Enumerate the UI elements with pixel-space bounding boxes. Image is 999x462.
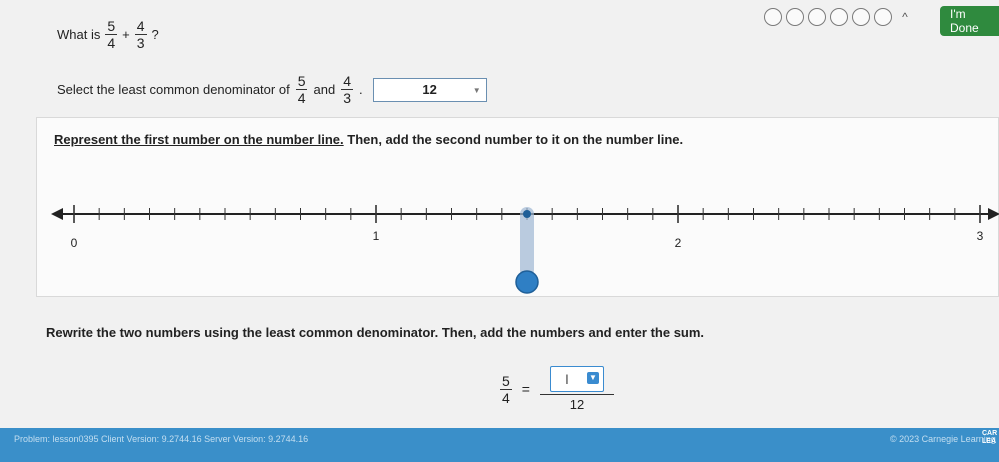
- fraction-denominator: 3: [343, 90, 351, 106]
- fraction-numerator: 4: [343, 73, 351, 89]
- chevron-down-icon: ▼: [472, 85, 481, 95]
- fraction-four-thirds: 4 3: [341, 74, 353, 105]
- fraction-five-fourths: 5 4: [105, 18, 118, 51]
- number-line[interactable]: 0 1 2 3: [37, 118, 999, 298]
- im-done-button[interactable]: I'm Done: [940, 6, 999, 36]
- lcd-selected-value: 12: [422, 82, 437, 97]
- fraction-numerator: 5: [297, 73, 306, 89]
- fraction-numerator: 5: [502, 372, 510, 389]
- lcd-prompt: Select the least common denominator of 5…: [57, 74, 487, 105]
- collapse-caret-icon[interactable]: ^: [896, 8, 914, 26]
- progress-step-5: [852, 8, 870, 26]
- number-line-panel: Represent the first number on the number…: [36, 117, 999, 297]
- progress-step-2: [786, 8, 804, 26]
- question-mark: ?: [151, 27, 159, 42]
- marker-drag-handle[interactable]: [515, 270, 539, 294]
- fraction-denominator: 4: [502, 389, 510, 406]
- progress-step-4: [830, 8, 848, 26]
- left-arrow-icon: [51, 208, 63, 220]
- step-progress: ^: [764, 8, 914, 26]
- sum-fraction: I ▼ 12: [539, 366, 614, 412]
- plus-sign: +: [122, 27, 130, 42]
- fraction-four-thirds: 4 3: [134, 18, 147, 51]
- fraction-numerator: 5: [107, 18, 116, 34]
- fraction-numerator: 4: [136, 18, 145, 34]
- period: .: [358, 82, 363, 97]
- progress-step-3: [808, 8, 826, 26]
- sum-equation: 5 4 = I ▼ 12: [500, 366, 614, 412]
- tick-label: 0: [71, 236, 78, 250]
- progress-step-6: [874, 8, 892, 26]
- footer-bar: Problem: lesson0395 Client Version: 9.27…: [0, 428, 999, 462]
- version-info: Problem: lesson0395 Client Version: 9.27…: [14, 434, 309, 444]
- equals-sign: =: [521, 381, 530, 397]
- and-word: and: [313, 82, 336, 97]
- tick-label: 3: [977, 229, 984, 243]
- header: What is 5 4 + 4 3 ? ^ I'm Done: [0, 0, 999, 52]
- carnegie-logo: CAR LEA: [982, 430, 998, 445]
- lcd-dropdown[interactable]: 12 ▼: [372, 77, 487, 102]
- fraction-five-fourths: 5 4: [500, 374, 512, 405]
- fraction-denominator: 4: [297, 90, 306, 106]
- copyright: © 2023 Carnegie Learning: [890, 434, 996, 444]
- tick-label: 2: [675, 236, 682, 250]
- tick-label: 1: [373, 229, 380, 243]
- progress-step-1: [764, 8, 782, 26]
- fraction-denominator: 3: [136, 35, 145, 51]
- dropdown-toggle-icon[interactable]: ▼: [586, 372, 599, 384]
- fraction-denominator: 4: [107, 35, 116, 51]
- right-arrow-icon: [988, 208, 999, 220]
- marker-point: [523, 210, 531, 218]
- question-prompt: What is 5 4 + 4 3 ?: [57, 19, 159, 50]
- sum-numerator-input[interactable]: I ▼: [549, 366, 604, 392]
- lcd-prefix: Select the least common denominator of: [57, 82, 290, 97]
- rewrite-instruction: Rewrite the two numbers using the least …: [46, 325, 705, 340]
- question-prefix: What is: [57, 27, 101, 42]
- sum-denominator: 12: [569, 397, 585, 412]
- fraction-five-fourths: 5 4: [295, 73, 308, 106]
- text-cursor-icon: I: [564, 371, 569, 387]
